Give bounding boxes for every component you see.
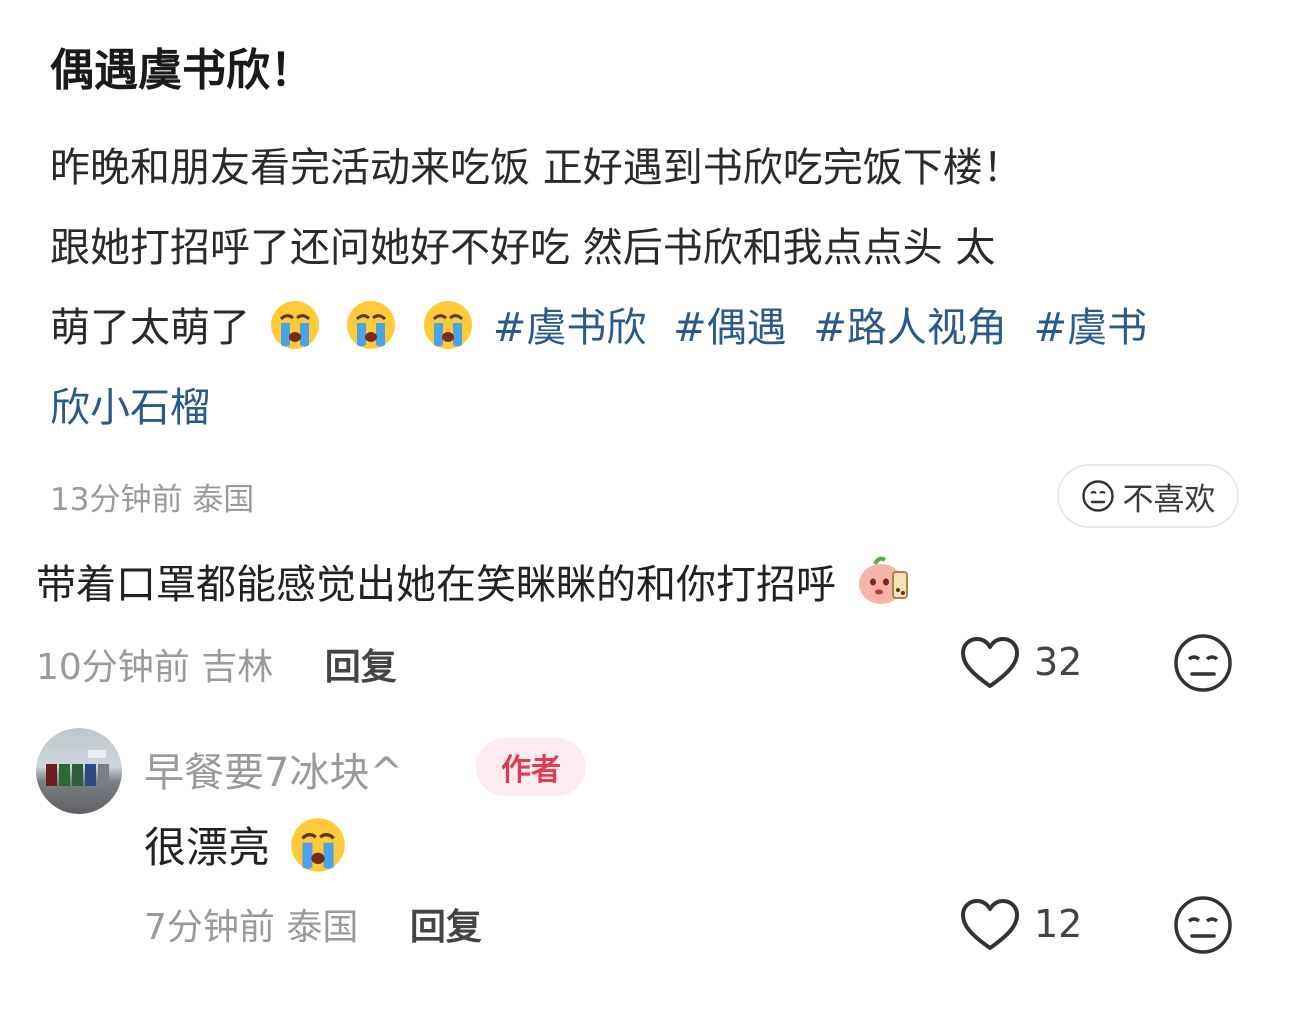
post-title: 偶遇虞书欣！ xyxy=(50,45,314,96)
comment-meta: 7分钟前 泰国 回复 xyxy=(144,898,482,950)
comment-location: 泰国 xyxy=(286,907,359,948)
neutral-face-icon xyxy=(1081,480,1114,512)
hashtag-link[interactable]: #虞书欣 xyxy=(493,305,647,351)
like-count: 12 xyxy=(1034,902,1083,946)
comment-meta: 10分钟前 吉林 回复 xyxy=(36,638,397,690)
heart-icon[interactable] xyxy=(960,898,1020,952)
post-body-line: 萌了太萌了 #虞书欣 #偶遇 #路人视角 #虞书 xyxy=(50,288,1230,368)
comment-author-name[interactable]: 早餐要7冰块^ xyxy=(144,740,403,798)
hashtag-link[interactable]: #虞书 xyxy=(1034,305,1148,351)
heart-icon[interactable] xyxy=(960,636,1020,690)
post-body: 昨晚和朋友看完活动来吃饭 正好遇到书欣吃完饭下楼！ 跟她打招呼了还问她好不好吃 … xyxy=(50,128,1230,448)
post-time: 13分钟前 xyxy=(50,482,183,518)
post-body-text: 萌了太萌了 xyxy=(50,305,250,351)
post-body-line: 欣小石榴 xyxy=(50,368,1230,448)
author-badge: 作者 xyxy=(476,738,586,796)
hashtag-link[interactable]: #路人视角 xyxy=(813,305,1007,351)
reply-button[interactable]: 回复 xyxy=(410,907,482,948)
post-body-line: 跟她打招呼了还问她好不好吃 然后书欣和我点点头 太 xyxy=(50,225,996,271)
crying-face-icon xyxy=(345,299,397,351)
crying-face-icon xyxy=(422,299,474,351)
post-meta: 13分钟前 泰国 xyxy=(50,474,254,519)
comment-time: 7分钟前 xyxy=(144,907,275,948)
comment-time: 10分钟前 xyxy=(36,647,190,688)
post-body-line: 昨晚和朋友看完活动来吃饭 正好遇到书欣吃完饭下楼！ xyxy=(50,145,1023,191)
peach-sticker-icon xyxy=(858,556,908,604)
hashtag-link[interactable]: 欣小石榴 xyxy=(50,385,210,431)
avatar[interactable] xyxy=(36,728,122,814)
dislike-face-icon[interactable] xyxy=(1172,894,1234,956)
comment-text-content: 带着口罩都能感觉出她在笑眯眯的和你打招呼 xyxy=(36,562,836,608)
crying-face-icon xyxy=(269,299,321,351)
post-location: 泰国 xyxy=(192,482,255,518)
reply-button[interactable]: 回复 xyxy=(325,647,397,688)
comment-location: 吉林 xyxy=(201,647,274,688)
like-count: 32 xyxy=(1034,640,1083,684)
comment-text: 很漂亮 xyxy=(144,814,353,875)
dislike-label: 不喜欢 xyxy=(1122,481,1216,518)
comment-text-content: 很漂亮 xyxy=(144,823,271,872)
crying-face-icon xyxy=(289,816,347,874)
hashtag-link[interactable]: #偶遇 xyxy=(673,305,787,351)
comment-text: 带着口罩都能感觉出她在笑眯眯的和你打招呼 xyxy=(36,552,919,610)
dislike-button[interactable]: 不喜欢 xyxy=(1057,464,1239,528)
dislike-face-icon[interactable] xyxy=(1172,632,1234,694)
